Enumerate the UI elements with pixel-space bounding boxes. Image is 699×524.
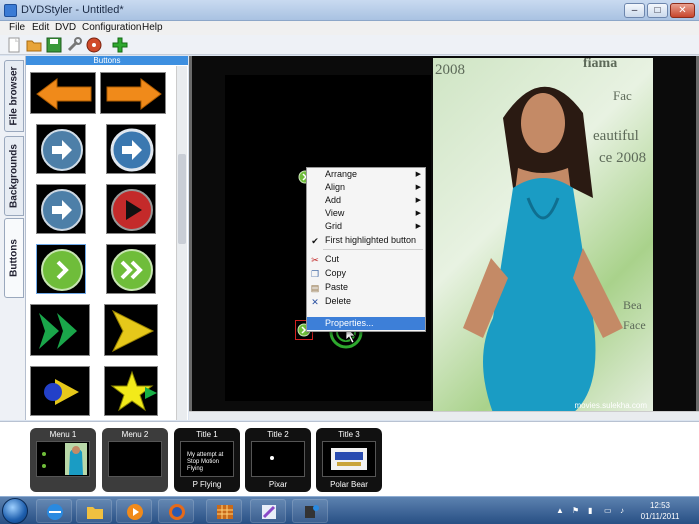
ctx-separator — [323, 249, 423, 250]
tray-arrow-icon[interactable]: ▲ — [556, 506, 564, 515]
paint-icon[interactable] — [250, 499, 286, 523]
submenu-arrow-icon: ▶ — [415, 197, 421, 204]
tab-backgrounds[interactable]: Backgrounds — [4, 136, 24, 216]
buttons-panel-header: Buttons — [26, 56, 188, 65]
save-icon[interactable] — [46, 37, 62, 53]
button-style-green-chevron[interactable] — [36, 244, 86, 294]
button-style-yellow-arrow[interactable] — [104, 304, 158, 356]
ctx-copy[interactable]: ❐ Copy — [307, 267, 425, 280]
app-grid-icon[interactable] — [206, 499, 242, 523]
title-thumb-title-2[interactable]: Title 2 Pixar — [245, 428, 311, 492]
menu-edit[interactable]: Edit — [32, 22, 49, 33]
maximize-button[interactable]: □ — [647, 3, 668, 18]
menu-editor-area: 2008 fiama Fac eautiful ce 2008 Bea Face… — [189, 56, 699, 420]
explorer-folder-icon[interactable] — [76, 499, 112, 523]
ctx-cut[interactable]: ✂ Cut — [307, 253, 425, 266]
app-icon — [4, 4, 17, 17]
toolbar — [0, 35, 699, 55]
titleset-strip: Menu 1 Menu 2 Title 1 My attempt at Stop… — [0, 421, 699, 496]
title-thumb-title-1[interactable]: Title 1 My attempt at Stop Motion Flying… — [174, 428, 240, 492]
tab-file-browser[interactable]: File browser — [4, 60, 24, 132]
delete-icon: ✕ — [311, 297, 319, 307]
copy-icon: ❐ — [310, 269, 320, 279]
firefox-icon[interactable] — [158, 499, 194, 523]
internet-explorer-icon[interactable] — [36, 499, 72, 523]
title-1-preview: My attempt at Stop Motion Flying — [180, 441, 234, 477]
scissors-icon: ✂ — [311, 255, 319, 265]
tab-buttons[interactable]: Buttons — [4, 218, 24, 298]
menu-dvd[interactable]: DVD — [55, 22, 76, 33]
tray-flag-icon[interactable]: ⚑ — [572, 506, 579, 515]
button-style-orange-right[interactable] — [100, 72, 166, 114]
minimize-button[interactable]: – — [624, 3, 645, 18]
start-button[interactable] — [2, 498, 28, 524]
window-title: DVDStyler - Untitled* — [21, 4, 124, 16]
close-button[interactable]: ✕ — [670, 3, 695, 18]
new-icon[interactable] — [6, 37, 22, 53]
title-bar: DVDStyler - Untitled* – □ ✕ — [0, 0, 699, 21]
tray-network-icon[interactable]: ▮ — [588, 506, 592, 515]
add-icon[interactable] — [112, 37, 128, 53]
submenu-arrow-icon: ▶ — [415, 210, 421, 217]
title-2-preview — [251, 441, 305, 477]
settings-icon[interactable] — [66, 37, 82, 53]
button-style-star[interactable] — [104, 366, 158, 416]
ctx-add[interactable]: Add ▶ — [307, 194, 425, 207]
title-thumb-title-3[interactable]: Title 3 Polar Bear — [316, 428, 382, 492]
button-style-green-arrows[interactable] — [30, 304, 90, 356]
menu-file[interactable]: File — [9, 22, 25, 33]
ctx-grid[interactable]: Grid ▶ — [307, 220, 425, 233]
button-style-orange-left[interactable] — [30, 72, 96, 114]
button-style-blue-arrow[interactable] — [36, 184, 86, 234]
background-photo: 2008 fiama Fac eautiful ce 2008 Bea Face… — [433, 58, 653, 413]
menu-thumb-menu-1[interactable]: Menu 1 — [30, 428, 96, 492]
button-style-blue-circle-2[interactable] — [106, 124, 156, 174]
context-menu: Arrange ▶ Align ▶ Add ▶ View ▶ Grid ▶ ✔ First … — [306, 167, 426, 332]
button-style-red-play[interactable] — [106, 184, 156, 234]
button-style-green-double-chevron[interactable] — [106, 244, 156, 294]
dvdstyler-taskbar-icon[interactable] — [292, 499, 328, 523]
tray-volume-icon[interactable]: ♪ — [620, 506, 624, 515]
taskbar-clock[interactable]: 12:53 01/11/2011 — [640, 500, 680, 522]
ctx-first-highlighted-button[interactable]: ✔ First highlighted button — [307, 234, 425, 247]
canvas-horizontal-scrollbar[interactable] — [189, 411, 699, 420]
checkmark-icon: ✔ — [311, 236, 319, 246]
submenu-arrow-icon: ▶ — [415, 223, 421, 230]
tray-power-icon[interactable]: ▭ — [604, 506, 612, 515]
watermark: movies.sulekha.com — [574, 401, 647, 410]
title-3-preview — [322, 441, 376, 477]
ctx-align[interactable]: Align ▶ — [307, 181, 425, 194]
paste-icon: ▤ — [310, 283, 320, 293]
menu-thumb-menu-2[interactable]: Menu 2 — [102, 428, 168, 492]
button-style-ball-arrow[interactable] — [30, 366, 90, 416]
menu-bar: File Edit DVD Configuration Help — [0, 21, 699, 35]
ctx-paste[interactable]: ▤ Paste — [307, 281, 425, 294]
burn-icon[interactable] — [86, 37, 102, 53]
submenu-arrow-icon: ▶ — [415, 184, 421, 191]
ctx-delete[interactable]: ✕ Delete — [307, 295, 425, 308]
ctx-view[interactable]: View ▶ — [307, 207, 425, 220]
button-style-blue-circle[interactable] — [36, 124, 86, 174]
media-player-icon[interactable] — [116, 499, 152, 523]
menu-1-preview — [36, 441, 90, 477]
menu-canvas[interactable]: 2008 fiama Fac eautiful ce 2008 Bea Face… — [192, 56, 696, 418]
open-icon[interactable] — [26, 37, 42, 53]
side-tabs: File browser Backgrounds Buttons — [0, 56, 26, 420]
menu-configuration[interactable]: Configuration — [82, 22, 141, 33]
submenu-arrow-icon: ▶ — [415, 171, 421, 178]
menu-help[interactable]: Help — [142, 22, 163, 33]
woman-figure — [463, 86, 623, 413]
taskbar: ▲ ⚑ ▮ ▭ ♪ 12:53 01/11/2011 — [0, 496, 699, 524]
menu-2-preview — [108, 441, 162, 477]
ctx-arrange[interactable]: Arrange ▶ — [307, 168, 425, 181]
scrollbar-thumb[interactable] — [178, 154, 186, 244]
buttons-panel-scrollbar[interactable] — [176, 66, 187, 420]
ctx-properties[interactable]: Properties... — [307, 317, 425, 330]
buttons-panel: Buttons — [26, 56, 188, 420]
